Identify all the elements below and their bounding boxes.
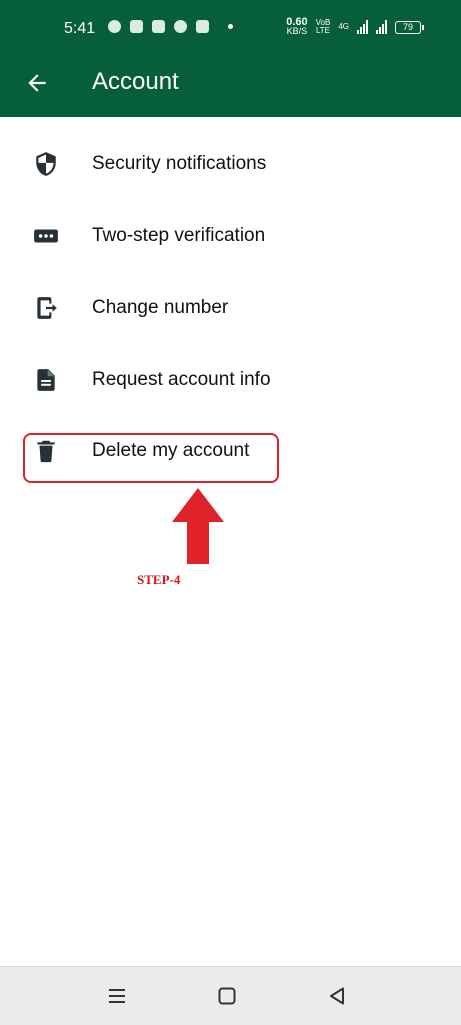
header: 5:41 0.60 KB/S VoB LTE 4G 79 Account bbox=[0, 0, 461, 117]
app-bar: Account bbox=[0, 58, 461, 117]
page-title: Account bbox=[92, 68, 179, 95]
shield-icon bbox=[36, 152, 56, 176]
notification-icons bbox=[108, 20, 233, 33]
menu-item-security-notifications[interactable]: Security notifications bbox=[0, 133, 461, 193]
menu-item-request-account-info[interactable]: Request account info bbox=[0, 349, 461, 409]
menu-item-label: Two-step verification bbox=[92, 225, 266, 246]
app-notification-icon bbox=[152, 20, 165, 33]
menu-item-label: Security notifications bbox=[92, 153, 267, 174]
back-button-icon[interactable] bbox=[326, 985, 348, 1007]
annotation-arrow-icon bbox=[172, 488, 224, 564]
volte-indicator: VoB LTE bbox=[315, 18, 331, 35]
password-dots-icon bbox=[34, 229, 58, 243]
battery-icon: 79 bbox=[395, 20, 424, 34]
annotation-step-label: STEP-4 bbox=[137, 572, 181, 587]
network-speed: 0.60 KB/S bbox=[286, 16, 308, 36]
recent-apps-menu-icon[interactable] bbox=[106, 985, 128, 1007]
annotation-highlight-box bbox=[23, 433, 279, 483]
menu-item-two-step-verification[interactable]: Two-step verification bbox=[0, 205, 461, 265]
menu-item-label: Request account info bbox=[92, 369, 271, 390]
network-type: 4G bbox=[338, 22, 349, 31]
messenger-icon bbox=[174, 20, 187, 33]
signal-1-icon bbox=[357, 20, 368, 34]
app-logo-notification-icon bbox=[196, 20, 209, 33]
signal-2-icon bbox=[376, 20, 387, 34]
back-arrow-icon[interactable] bbox=[24, 70, 50, 96]
document-icon bbox=[37, 369, 55, 391]
status-bar: 5:41 0.60 KB/S VoB LTE 4G 79 bbox=[0, 0, 461, 58]
news-notification-icon bbox=[130, 20, 143, 33]
system-status: 0.60 KB/S VoB LTE 4G 79 bbox=[286, 16, 424, 36]
more-notifications-icon bbox=[228, 24, 233, 29]
change-number-icon bbox=[37, 297, 57, 319]
menu-item-change-number[interactable]: Change number bbox=[0, 277, 461, 337]
status-time: 5:41 bbox=[64, 20, 96, 37]
chat-notification-icon bbox=[108, 20, 121, 33]
menu-item-label: Change number bbox=[92, 297, 229, 318]
system-navigation-bar bbox=[0, 966, 461, 1025]
home-button-icon[interactable] bbox=[216, 985, 238, 1007]
